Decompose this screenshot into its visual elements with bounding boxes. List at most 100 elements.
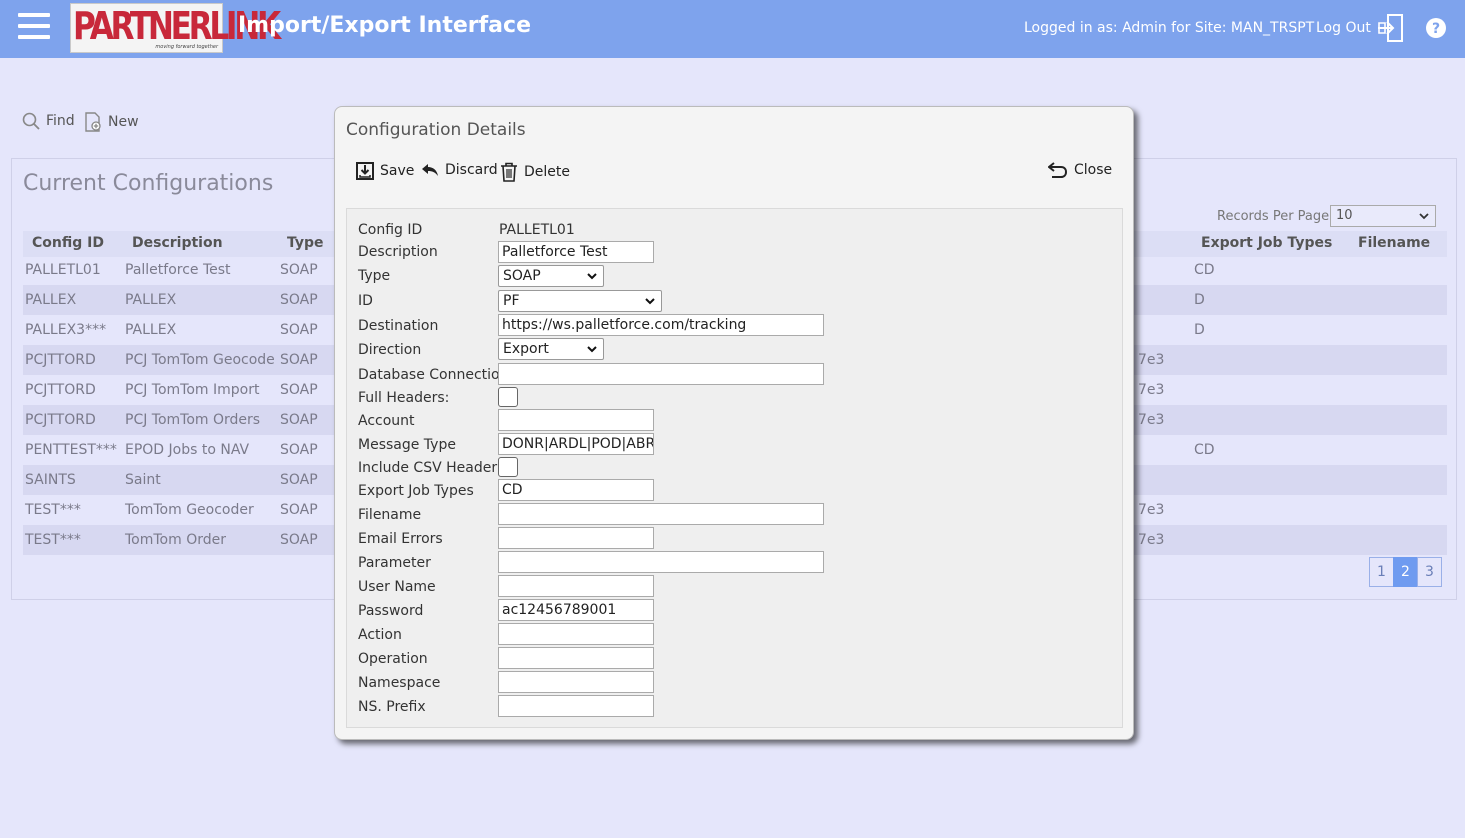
cell-description: TomTom Order	[125, 532, 226, 548]
chevron-down-icon	[1419, 213, 1429, 220]
col-export-job-types[interactable]: Export Job Types	[1201, 231, 1332, 257]
id-label: ID	[358, 293, 373, 309]
modal-title: Configuration Details	[346, 120, 526, 140]
svg-text:?: ?	[1432, 21, 1440, 37]
cell-config-id: PCJTTORD	[25, 352, 96, 368]
namespace-input[interactable]	[498, 671, 654, 693]
export-job-types-input[interactable]: CD	[498, 479, 654, 501]
description-input[interactable]: Palletforce Test	[498, 241, 654, 263]
chevron-down-icon	[587, 273, 597, 280]
cell-description: TomTom Geocoder	[125, 502, 254, 518]
cell-type: SOAP	[280, 532, 318, 548]
id-select[interactable]: PF	[498, 290, 662, 312]
page-2[interactable]: 2	[1393, 557, 1418, 587]
new-button[interactable]: New	[84, 112, 139, 132]
configuration-details-modal: Configuration Details Save Discard Delet…	[334, 106, 1134, 740]
full-headers-checkbox[interactable]	[498, 387, 518, 407]
cell-type: SOAP	[280, 352, 318, 368]
cell-type: SOAP	[280, 322, 318, 338]
cell-description: PALLEX	[125, 322, 177, 338]
direction-select[interactable]: Export	[498, 338, 604, 360]
account-label: Account	[358, 413, 415, 429]
cell-config-id: TEST***	[25, 502, 81, 518]
filename-input[interactable]	[498, 503, 824, 525]
app-title: Import/Export Interface	[238, 13, 531, 38]
ns-prefix-input[interactable]	[498, 695, 654, 717]
new-document-icon	[85, 112, 101, 132]
hamburger-menu-icon[interactable]	[18, 13, 50, 43]
records-per-page-label: Records Per Page:	[1217, 209, 1334, 224]
operation-label: Operation	[358, 651, 428, 667]
logout-icon[interactable]	[1376, 13, 1406, 43]
namespace-label: Namespace	[358, 675, 441, 691]
configuration-form: Config ID PALLETL01 Description Palletfo…	[346, 208, 1123, 728]
cell-description: Saint	[125, 472, 161, 488]
parameter-label: Parameter	[358, 555, 431, 571]
cell-type: SOAP	[280, 412, 318, 428]
action-input[interactable]	[498, 623, 654, 645]
page-1[interactable]: 1	[1369, 557, 1394, 587]
cell-partial: 7e3	[1138, 352, 1165, 368]
chevron-down-icon	[587, 346, 597, 353]
direction-label: Direction	[358, 342, 422, 358]
password-input[interactable]: ac12456789001	[498, 599, 654, 621]
db-connection-input[interactable]	[498, 363, 824, 385]
cell-config-id: PCJTTORD	[25, 382, 96, 398]
parameter-input[interactable]	[498, 551, 824, 573]
cell-description: PCJ TomTom Geocode	[125, 352, 275, 368]
cell-description: EPOD Jobs to NAV	[125, 442, 250, 458]
include-csv-checkbox[interactable]	[498, 457, 518, 477]
type-select[interactable]: SOAP	[498, 265, 604, 287]
cell-description: PCJ TomTom Orders	[125, 412, 261, 428]
col-filename[interactable]: Filename	[1358, 231, 1430, 257]
return-arrow-icon	[1048, 162, 1068, 178]
cell-description: PCJ TomTom Import	[125, 382, 260, 398]
export-job-types-label: Export Job Types	[358, 483, 474, 499]
cell-type: SOAP	[280, 442, 318, 458]
cell-config-id: PCJTTORD	[25, 412, 96, 428]
trash-icon	[501, 162, 517, 182]
cell-export-job-types: D	[1194, 322, 1205, 338]
help-icon[interactable]: ?	[1425, 17, 1447, 39]
cell-config-id: PALLEX3***	[25, 322, 107, 338]
description-label: Description	[358, 244, 438, 260]
delete-button[interactable]: Delete	[500, 162, 570, 182]
full-headers-label: Full Headers:	[358, 390, 450, 406]
cell-partial: 7e3	[1138, 382, 1165, 398]
email-errors-input[interactable]	[498, 527, 654, 549]
ns-prefix-label: NS. Prefix	[358, 699, 426, 715]
find-button[interactable]: Find	[22, 112, 75, 130]
destination-input[interactable]: https://ws.palletforce.com/tracking	[498, 314, 824, 336]
account-input[interactable]	[498, 409, 654, 431]
records-per-page-select[interactable]: 10	[1330, 205, 1436, 227]
cell-export-job-types: CD	[1194, 442, 1215, 458]
cell-partial: 7e3	[1138, 532, 1165, 548]
save-icon	[356, 162, 374, 180]
db-connection-label: Database Connection	[358, 367, 509, 383]
cell-description: Palletforce Test	[125, 262, 231, 278]
discard-button[interactable]: Discard	[421, 162, 498, 178]
col-config-id[interactable]: Config ID	[32, 231, 104, 257]
partnerlink-logo: PARTNERLINK moving forward together	[70, 3, 281, 53]
user-name-input[interactable]	[498, 575, 654, 597]
user-name-label: User Name	[358, 579, 436, 595]
pagination: 1 2 3	[1369, 557, 1442, 587]
search-icon	[22, 112, 40, 130]
col-description[interactable]: Description	[132, 231, 223, 257]
page-3[interactable]: 3	[1417, 557, 1442, 587]
cell-export-job-types: CD	[1194, 262, 1215, 278]
cell-type: SOAP	[280, 382, 318, 398]
col-type[interactable]: Type	[287, 231, 324, 257]
close-button[interactable]: Close	[1048, 162, 1112, 178]
operation-input[interactable]	[498, 647, 654, 669]
email-errors-label: Email Errors	[358, 531, 443, 547]
panel-title: Current Configurations	[23, 171, 274, 196]
top-bar: PARTNERLINK moving forward together Impo…	[0, 0, 1465, 58]
cell-config-id: PALLETL01	[25, 262, 101, 278]
cell-export-job-types: D	[1194, 292, 1205, 308]
save-button[interactable]: Save	[356, 162, 414, 180]
message-type-input[interactable]: DONR|ARDL|POD|ABRT	[498, 433, 654, 455]
cell-partial: 7e3	[1138, 412, 1165, 428]
new-label: New	[108, 114, 139, 130]
logout-link[interactable]: Log Out	[1316, 20, 1371, 36]
